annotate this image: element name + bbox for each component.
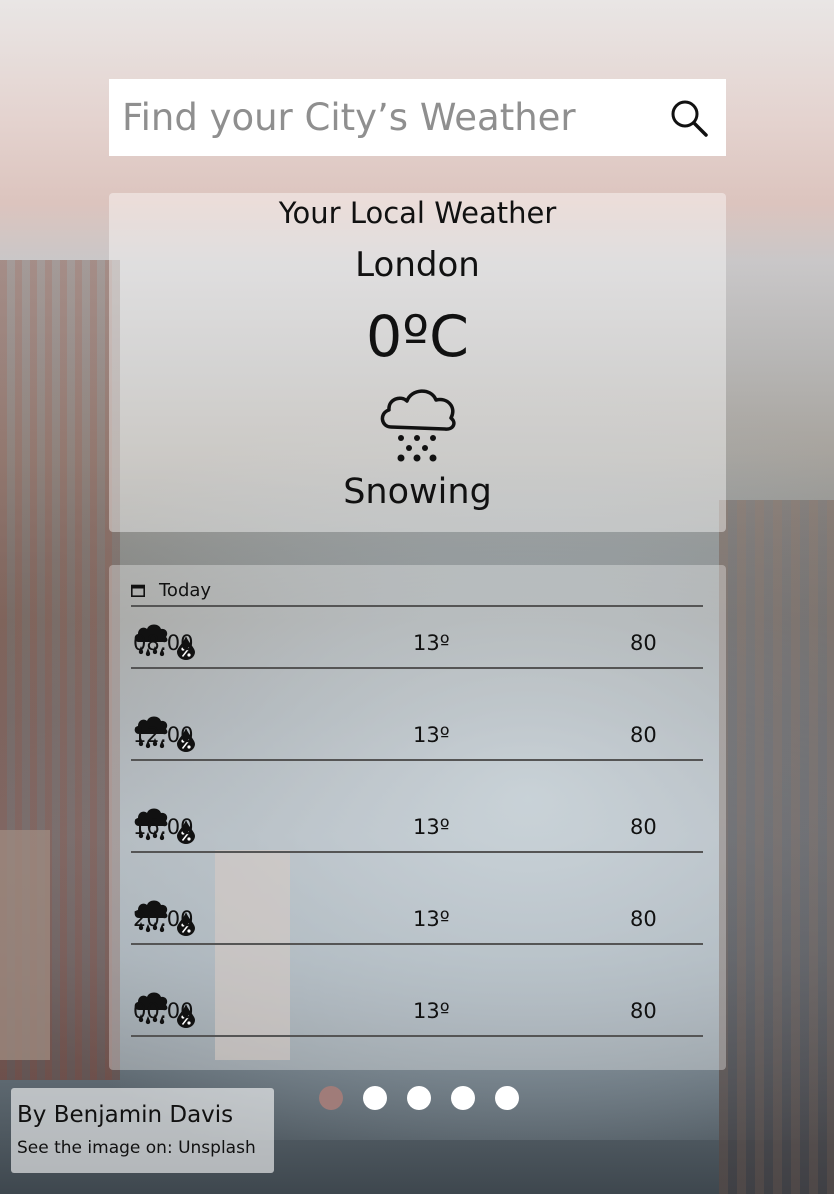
- pagination-dot-4[interactable]: [451, 1086, 475, 1110]
- forecast-row: 16:00 13º 80: [133, 806, 703, 848]
- forecast-time: 00:00: [133, 999, 194, 1023]
- divider: [131, 759, 703, 761]
- divider: [131, 605, 703, 607]
- pagination-dot-3[interactable]: [407, 1086, 431, 1110]
- divider: [131, 943, 703, 945]
- forecast-row: 08:00 13º 80: [133, 622, 703, 664]
- weather-condition: Snowing: [343, 472, 492, 512]
- forecast-temperature: 13º: [413, 907, 450, 931]
- forecast-humidity: 80: [630, 907, 657, 931]
- pagination-dots: [319, 1086, 519, 1110]
- photo-credit: By Benjamin Davis See the image on: Unsp…: [11, 1088, 274, 1173]
- forecast-humidity: 80: [630, 815, 657, 839]
- forecast-humidity: 80: [630, 723, 657, 747]
- divider: [131, 1035, 703, 1037]
- forecast-day-label: Today: [159, 579, 212, 601]
- pagination-dot-1[interactable]: [319, 1086, 343, 1110]
- calendar-icon: [131, 584, 145, 597]
- search-icon[interactable]: [666, 95, 712, 141]
- search-bar: [109, 79, 726, 156]
- forecast-temperature: 13º: [413, 723, 450, 747]
- divider: [131, 851, 703, 853]
- background-tower-left: [0, 830, 50, 1060]
- photo-source: See the image on: Unsplash: [17, 1136, 274, 1160]
- forecast-day-header: Today: [131, 573, 211, 607]
- forecast-time: 20:00: [133, 907, 194, 931]
- forecast-humidity: 80: [630, 631, 657, 655]
- snow-cloud-icon: [380, 389, 456, 462]
- forecast-time: 08:00: [133, 631, 194, 655]
- pagination-dot-2[interactable]: [363, 1086, 387, 1110]
- forecast-row: 00:00 13º 80: [133, 990, 703, 1032]
- forecast-time: 12:00: [133, 723, 194, 747]
- hourly-forecast-panel: Today 08:00 13º 80 12:00 13º 80 16:00 13…: [109, 565, 726, 1070]
- search-input[interactable]: [120, 95, 666, 140]
- city-name: London: [355, 245, 480, 285]
- panel-heading: Your Local Weather: [278, 196, 557, 230]
- pagination-dot-5[interactable]: [495, 1086, 519, 1110]
- forecast-row: 12:00 13º 80: [133, 714, 703, 756]
- forecast-temperature: 13º: [413, 631, 450, 655]
- forecast-humidity: 80: [630, 999, 657, 1023]
- forecast-row: 20:00 13º 80: [133, 898, 703, 940]
- unsplash-link[interactable]: Unsplash: [178, 1138, 256, 1158]
- current-temperature: 0ºC: [366, 304, 469, 370]
- background-city-right: [719, 500, 834, 1194]
- forecast-time: 16:00: [133, 815, 194, 839]
- photo-source-prefix: See the image on:: [17, 1138, 179, 1158]
- forecast-temperature: 13º: [413, 999, 450, 1023]
- photo-author: By Benjamin Davis: [17, 1102, 234, 1128]
- divider: [131, 667, 703, 669]
- current-weather-panel: Your Local Weather London 0ºC Snowing: [109, 193, 726, 532]
- forecast-temperature: 13º: [413, 815, 450, 839]
